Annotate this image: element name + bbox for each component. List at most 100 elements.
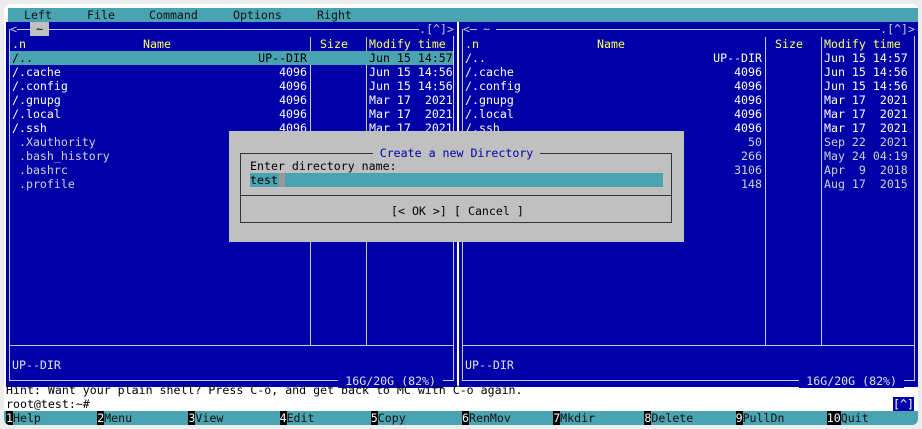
file-name: .bash_history (12, 149, 110, 163)
column-header-mtime[interactable]: Modify time (824, 37, 901, 51)
disk-usage: 16G/20G (82%) (799, 374, 904, 388)
file-size: 4096 (279, 79, 307, 93)
function-key-bar: 1Help 2Menu 3View 4Edit 5Copy 6RenMov 7Mkdir 8D… (4, 411, 918, 425)
panel-path-left-arrow[interactable]: < (10, 22, 17, 36)
file-row[interactable]: /.cache 4096 Jun 15 14:56 (463, 65, 914, 79)
column-header-size[interactable]: Size (320, 37, 348, 51)
sort-indicator[interactable]: .n (465, 37, 479, 51)
column-header-name[interactable]: Name (597, 37, 625, 51)
file-size: 50 (748, 135, 762, 149)
menu-options[interactable]: Options (233, 8, 282, 22)
fkey-menu[interactable]: 2Menu (97, 411, 132, 425)
file-name: .bashrc (12, 163, 68, 177)
panel-scroll-indicator[interactable]: .[^]> (419, 22, 454, 36)
fkey-number: 10 (826, 411, 841, 425)
file-row[interactable]: /.gnupg 4096 Mar 17 2021 (10, 93, 453, 107)
file-mtime: Apr 9 2018 (824, 163, 908, 177)
fkey-label: PullDn (742, 411, 785, 425)
fkey-number: 1 (6, 411, 13, 425)
file-size: 148 (741, 177, 762, 191)
text-cursor (279, 173, 285, 187)
fkey-label: RenMov (468, 411, 511, 425)
prompt-scroll-indicator[interactable]: [^] (893, 397, 914, 411)
file-row[interactable]: /.cache 4096 Jun 15 14:56 (10, 65, 453, 79)
fkey-help[interactable]: 1Help (6, 411, 41, 425)
fkey-delete[interactable]: 8Delete (644, 411, 693, 425)
file-name: /.config (12, 79, 68, 93)
fkey-label: Quit (840, 411, 869, 425)
panel-path-left-arrow[interactable]: < (463, 22, 470, 36)
dialog-label: Enter directory name: (250, 159, 397, 173)
menu-file[interactable]: File (87, 8, 115, 22)
menu-command[interactable]: Command (149, 8, 198, 22)
file-size: 4096 (734, 107, 762, 121)
fkey-view[interactable]: 3View (188, 411, 223, 425)
file-mtime: Sep 22 2021 (824, 135, 908, 149)
file-name: /.ssh (12, 121, 47, 135)
file-mtime: Mar 17 2021 (824, 107, 908, 121)
fkey-renmov[interactable]: 6RenMov (462, 411, 511, 425)
file-mtime: Mar 17 2021 (824, 121, 908, 135)
file-size: 4096 (734, 93, 762, 107)
fkey-label: Menu (104, 411, 133, 425)
dialog-title-text: Create a new Directory (372, 146, 541, 160)
file-name: /.. (465, 51, 486, 65)
file-mtime: Aug 17 2015 (824, 177, 908, 191)
file-row[interactable]: /.config 4096 Jun 15 14:56 (463, 79, 914, 93)
fkey-label: Delete (651, 411, 694, 425)
fkey-number: 4 (279, 411, 287, 425)
fkey-number: 6 (462, 411, 469, 425)
file-size: 4096 (734, 79, 762, 93)
ok-button[interactable]: [< OK >] (391, 204, 447, 218)
fkey-number: 5 (370, 411, 378, 425)
file-row[interactable]: /.config 4096 Jun 15 14:56 (10, 79, 453, 93)
file-size: 4096 (279, 93, 307, 107)
file-name: /.cache (12, 65, 61, 79)
file-name: /.config (465, 79, 521, 93)
file-mtime: Mar 17 2021 (824, 93, 908, 107)
file-row[interactable]: /.local 4096 Mar 17 2021 (463, 107, 914, 121)
directory-name-value: test (250, 173, 278, 187)
file-name: /.cache (465, 65, 514, 79)
fkey-edit[interactable]: 4Edit (279, 411, 315, 425)
panel-path: ~ (477, 22, 496, 36)
fkey-copy[interactable]: 5Copy (370, 411, 406, 425)
file-size: 4096 (279, 107, 307, 121)
fkey-number: 9 (735, 411, 743, 425)
file-row[interactable]: /.gnupg 4096 Mar 17 2021 (463, 93, 914, 107)
file-size: 4096 (734, 121, 762, 135)
file-name: .Xauthority (12, 135, 96, 149)
fkey-mkdir[interactable]: 7Mkdir (553, 411, 595, 425)
menu-left[interactable]: Left (24, 8, 52, 22)
fkey-quit[interactable]: 10Quit (826, 411, 869, 425)
column-header-name[interactable]: Name (143, 37, 171, 51)
file-size: UP--DIR (258, 51, 307, 65)
file-mtime: Jun 15 14:56 (824, 79, 908, 93)
fkey-pulldn[interactable]: 9PullDn (735, 411, 785, 425)
file-mtime: Mar 17 2021 (369, 93, 453, 107)
file-name: /.local (465, 107, 514, 121)
file-row[interactable]: /.. UP--DIR Jun 15 14:57 (463, 51, 914, 65)
panel-status: UP--DIR (12, 358, 61, 372)
column-header-mtime[interactable]: Modify time (369, 37, 446, 51)
file-mtime: Jun 15 14:57 (824, 51, 908, 65)
menu-right[interactable]: Right (317, 8, 352, 22)
file-mtime: Jun 15 14:56 (369, 79, 453, 93)
file-size: 4096 (279, 65, 307, 79)
fkey-label: Help (12, 411, 41, 425)
file-row[interactable]: /.local 4096 Mar 17 2021 (10, 107, 453, 121)
directory-name-input[interactable]: test (250, 173, 663, 187)
fkey-label: Copy (377, 411, 406, 425)
column-header-size[interactable]: Size (775, 37, 803, 51)
file-name: /.. (12, 51, 33, 65)
file-mtime: Mar 17 2021 (369, 107, 453, 121)
shell-prompt[interactable]: root@test:~# (6, 397, 90, 411)
file-mtime: Jun 15 14:56 (369, 65, 453, 79)
panel-scroll-indicator[interactable]: .[^]> (880, 22, 915, 36)
file-mtime: Jun 15 14:56 (824, 65, 908, 79)
cancel-button[interactable]: [ Cancel ] (454, 204, 524, 218)
hint-line: Hint: Want your plain shell? Press C-o, … (6, 383, 523, 397)
file-row[interactable]: /.. UP--DIR Jun 15 14:57 (10, 51, 453, 65)
sort-indicator[interactable]: .n (12, 37, 26, 51)
mkdir-dialog: Create a new Directory Enter directory n… (229, 131, 684, 242)
